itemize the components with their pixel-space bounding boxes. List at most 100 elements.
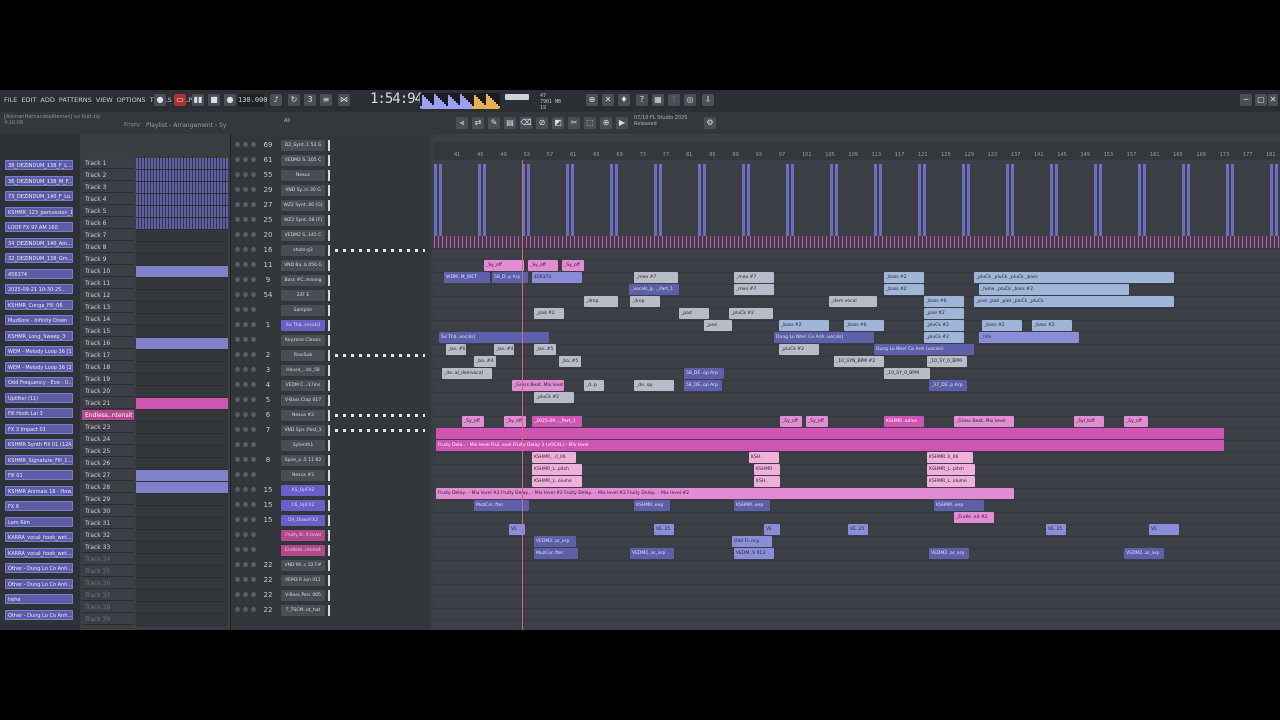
channel-knob-icon[interactable] xyxy=(251,592,256,597)
channel-knob-icon[interactable] xyxy=(243,532,248,537)
playlist-clip[interactable]: _pad #2 xyxy=(534,308,564,319)
playlist-clip[interactable]: KSHMR_L..olume xyxy=(927,476,975,487)
browser-item[interactable]: 456374 xyxy=(5,268,73,279)
channel-row[interactable]: 25 WZ2 Synt..58 [F] xyxy=(231,213,431,228)
channel-knob-icon[interactable] xyxy=(251,322,256,327)
playlist-clip[interactable]: KSHMR..eep xyxy=(634,500,670,511)
channel-knob-icon[interactable] xyxy=(243,412,248,417)
playlist-clip[interactable]: VE..25 xyxy=(848,524,868,535)
track-header[interactable]: Track 29 xyxy=(82,494,134,505)
mixer-track-number[interactable]: 20 xyxy=(261,228,275,243)
channel-select-indicator[interactable] xyxy=(328,500,330,511)
mixer-track-number[interactable]: 16 xyxy=(261,243,275,258)
playlist-clip[interactable]: 456374 xyxy=(532,272,582,283)
channel-knob-icon[interactable] xyxy=(235,472,240,477)
channel-knob-icon[interactable] xyxy=(235,562,240,567)
channel-row[interactable]: 3 House_..ick_58 xyxy=(231,363,431,378)
channel-row[interactable]: 69 D2_Synt..1 53 G xyxy=(231,138,431,153)
playlist-clip[interactable]: Odd Fr..ncy xyxy=(732,536,772,547)
channel-row[interactable]: 7 VND Syn..Post_1 xyxy=(231,423,431,438)
channel-knob-icon[interactable] xyxy=(235,157,240,162)
playlist-clip[interactable]: _Sy_off xyxy=(528,260,558,271)
channel-knob-icon[interactable] xyxy=(251,472,256,477)
channel-knob-icon[interactable] xyxy=(243,367,248,372)
channel-select-indicator[interactable] xyxy=(328,590,330,601)
channel-name-button[interactable]: VEM3 P..ion 011 xyxy=(281,575,325,586)
channel-knob-icon[interactable] xyxy=(243,262,248,267)
channel-select-indicator[interactable] xyxy=(328,425,330,436)
channel-knob-icon[interactable] xyxy=(243,337,248,342)
slip-icon[interactable]: ◩ xyxy=(552,117,564,129)
channel-knob-icon[interactable] xyxy=(251,562,256,567)
channel-name-button[interactable]: D4_DownFX2 xyxy=(281,515,325,526)
browser-item[interactable]: Other - Dung Lo Co Anh... xyxy=(5,578,73,589)
browser-item[interactable]: Lem Rim xyxy=(5,516,73,527)
channel-row[interactable]: 22 VND Mr..c 22 F# xyxy=(231,558,431,573)
channel-knob-icon[interactable] xyxy=(243,352,248,357)
channel-controls[interactable] xyxy=(235,382,257,388)
channel-row[interactable]: 11 VND Ba..b 056 G xyxy=(231,258,431,273)
channel-name-button[interactable]: Keyzone Classic xyxy=(281,335,325,346)
browser-item[interactable]: Other - Dung Lo Co Anh... xyxy=(5,563,73,573)
channel-controls[interactable] xyxy=(235,352,257,358)
playlist-clip[interactable]: _10_SY_0_BPM xyxy=(884,368,930,379)
channel-select-indicator[interactable] xyxy=(328,605,330,616)
playlist-clip[interactable]: KSHMR_L..olume xyxy=(532,476,582,487)
close-icon[interactable]: ✕ xyxy=(1268,94,1278,106)
channel-knob-icon[interactable] xyxy=(235,412,240,417)
channel-knob-icon[interactable] xyxy=(251,457,256,462)
channel-row[interactable]: 6 Nexus #2 xyxy=(231,408,431,423)
playlist-clip[interactable]: _Sy_off xyxy=(806,416,828,427)
channel-name-button[interactable]: Endless..ntensit xyxy=(281,545,325,556)
channel-row[interactable]: Sampler xyxy=(231,303,431,318)
menu-patterns[interactable]: PATTERNS xyxy=(59,96,92,104)
channel-knob-icon[interactable] xyxy=(251,352,256,357)
channel-controls[interactable] xyxy=(235,592,257,598)
channel-row[interactable]: 54 22F E xyxy=(231,288,431,303)
channel-name-button[interactable]: VND Sy..rc 30 G xyxy=(281,185,325,196)
playlist-lane[interactable] xyxy=(434,620,1280,630)
channel-name-button[interactable]: VND Mr..c 22 F# xyxy=(281,560,325,571)
playlist-clip[interactable]: VEDM2..ar_arp xyxy=(534,536,576,547)
channel-controls[interactable] xyxy=(235,562,257,568)
track-header[interactable]: Track 10 xyxy=(82,266,134,277)
browser-item[interactable]: hehe xyxy=(5,594,73,604)
channel-knob-icon[interactable] xyxy=(251,247,256,252)
track-header[interactable]: Track 32 xyxy=(82,530,134,541)
mixer-track-number[interactable]: 15 xyxy=(261,513,275,528)
playlist-clip[interactable]: _Gross Beat..Mix level xyxy=(954,416,1014,427)
track-header[interactable]: Track 6 xyxy=(82,218,134,229)
channel-knob-icon[interactable] xyxy=(243,322,248,327)
slide-icon[interactable]: ⇄ xyxy=(472,117,484,129)
browser-item[interactable]: Fill 01 xyxy=(5,470,73,480)
channel-name-button[interactable]: WZ2 Synt..66 [G] xyxy=(281,200,325,211)
browser-item[interactable]: 73_DEZINDUM_140_F_Lo... xyxy=(5,191,73,201)
channel-select-indicator[interactable] xyxy=(328,170,330,181)
playlist-clip[interactable]: _drop xyxy=(630,296,660,307)
channel-name-button[interactable]: Sư Thậ..vocals] xyxy=(281,320,325,331)
track-header[interactable]: Track 35 xyxy=(82,566,134,577)
track-header[interactable]: Track 26 xyxy=(82,458,134,469)
mixer-track-number[interactable]: 6 xyxy=(261,408,275,423)
playlist-clip[interactable]: _pluCk #2 xyxy=(924,320,964,331)
channel-row[interactable]: Fruity D..X level xyxy=(231,528,431,543)
channel-knob-icon[interactable] xyxy=(251,157,256,162)
channel-row[interactable]: 27 WZ2 Synt..66 [G] xyxy=(231,198,431,213)
playlist-clip[interactable]: VE..25 xyxy=(1046,524,1066,535)
playlist-clip[interactable]: _dem vocal xyxy=(829,296,877,307)
track-header[interactable]: Track 18 xyxy=(82,362,134,373)
channel-controls[interactable] xyxy=(235,292,257,298)
mixer-track-number[interactable]: 29 xyxy=(261,183,275,198)
playlist-clip[interactable]: _ba..#6 xyxy=(446,344,466,355)
mixer-track-number[interactable]: 22 xyxy=(261,573,275,588)
browser-item[interactable]: Fill Hook Lai 3 xyxy=(5,408,73,418)
channel-name-button[interactable]: Sampler xyxy=(281,305,325,316)
news-panel[interactable]: 07/10 FL Studio 2025 Released xyxy=(634,115,688,127)
channel-knob-icon[interactable] xyxy=(235,292,240,297)
channel-row[interactable]: 15 C6_UpFX2 xyxy=(231,498,431,513)
channel-name-button[interactable]: V-Bass Perc 005 xyxy=(281,590,325,601)
channel-select-indicator[interactable] xyxy=(328,455,330,466)
channel-row[interactable]: 5 V-Bass Clap 017 xyxy=(231,393,431,408)
mixer-track-number[interactable]: 69 xyxy=(261,138,275,153)
channel-knob-icon[interactable] xyxy=(235,262,240,267)
